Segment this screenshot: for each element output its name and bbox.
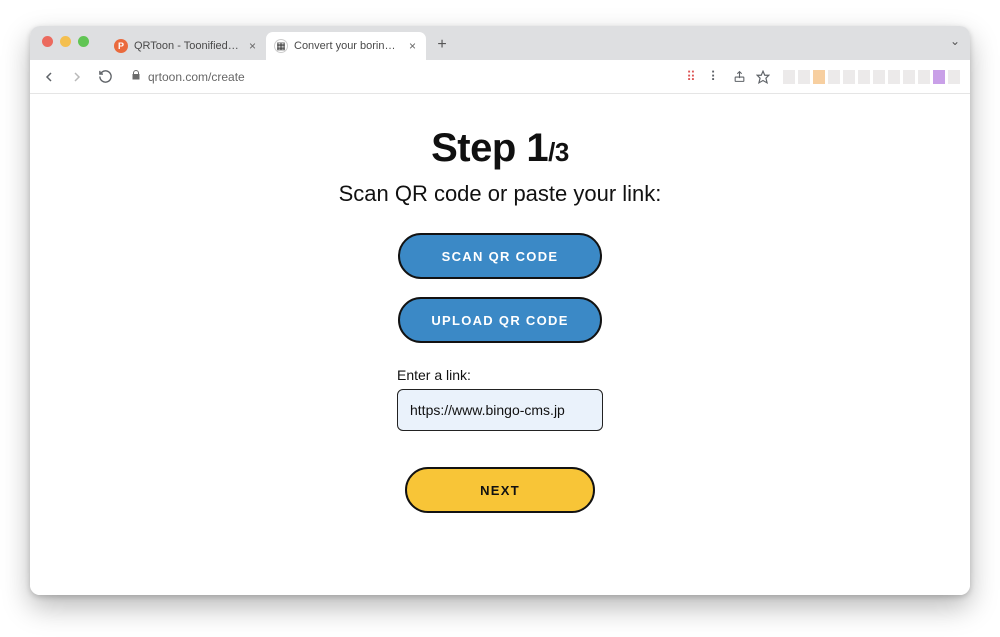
translate-icon[interactable]: ⠿ <box>683 69 699 85</box>
lock-icon <box>130 69 142 84</box>
scan-qr-button[interactable]: SCAN QR CODE <box>398 233 602 279</box>
extension-icon[interactable] <box>813 70 825 84</box>
next-button[interactable]: NEXT <box>405 467 595 513</box>
browser-window: P QRToon - Toonified QR Maker × ▦ Conver… <box>30 26 970 595</box>
page-content: Step 1/3 Scan QR code or paste your link… <box>30 94 970 595</box>
extension-icon[interactable] <box>873 70 885 84</box>
share-icon[interactable] <box>731 69 747 85</box>
reload-button[interactable] <box>96 68 114 86</box>
favicon-icon: ▦ <box>274 39 288 53</box>
page-title: Step 1/3 <box>431 126 569 171</box>
extension-icon[interactable] <box>888 70 900 84</box>
step-current: Step 1 <box>431 126 548 170</box>
window-maximize-button[interactable] <box>78 36 89 47</box>
tab-title: QRToon - Toonified QR Maker <box>134 40 241 52</box>
toolbar-right: ⠿ ⠇ <box>683 69 960 85</box>
toolbar: qrtoon.com/create ⠿ ⠇ <box>30 60 970 94</box>
tab-convert[interactable]: ▦ Convert your boring QR codes × <box>266 32 426 60</box>
extension-icon[interactable] <box>828 70 840 84</box>
chevron-down-icon[interactable]: ⌄ <box>950 34 960 48</box>
tabs-container: P QRToon - Toonified QR Maker × ▦ Conver… <box>106 30 454 60</box>
tab-strip: P QRToon - Toonified QR Maker × ▦ Conver… <box>30 26 970 60</box>
back-button[interactable] <box>40 68 58 86</box>
forward-button[interactable] <box>68 68 86 86</box>
extension-icon[interactable] <box>903 70 915 84</box>
extension-icon[interactable] <box>858 70 870 84</box>
star-icon[interactable] <box>755 69 771 85</box>
favicon-icon: P <box>114 39 128 53</box>
address-bar[interactable]: qrtoon.com/create <box>130 69 673 84</box>
extension-icons <box>783 70 960 84</box>
page-subtitle: Scan QR code or paste your link: <box>339 181 662 207</box>
extension-icon[interactable] <box>843 70 855 84</box>
extension-icon[interactable] <box>783 70 795 84</box>
extensions-icon[interactable]: ⠇ <box>707 69 723 85</box>
close-icon[interactable]: × <box>407 40 418 52</box>
close-icon[interactable]: × <box>247 40 258 52</box>
tab-qrtoon[interactable]: P QRToon - Toonified QR Maker × <box>106 32 266 60</box>
upload-qr-button[interactable]: UPLOAD QR CODE <box>398 297 602 343</box>
tab-title: Convert your boring QR codes <box>294 40 401 52</box>
extension-icon[interactable] <box>918 70 930 84</box>
window-minimize-button[interactable] <box>60 36 71 47</box>
link-field-group: Enter a link: <box>397 367 603 431</box>
link-label: Enter a link: <box>397 367 603 383</box>
extension-icon[interactable] <box>933 70 945 84</box>
link-input[interactable] <box>397 389 603 431</box>
extension-icon[interactable] <box>798 70 810 84</box>
step-total: /3 <box>548 137 569 167</box>
extension-icon[interactable] <box>948 70 960 84</box>
address-text: qrtoon.com/create <box>148 70 245 84</box>
window-close-button[interactable] <box>42 36 53 47</box>
new-tab-button[interactable]: + <box>430 33 454 57</box>
traffic-lights <box>42 36 89 47</box>
